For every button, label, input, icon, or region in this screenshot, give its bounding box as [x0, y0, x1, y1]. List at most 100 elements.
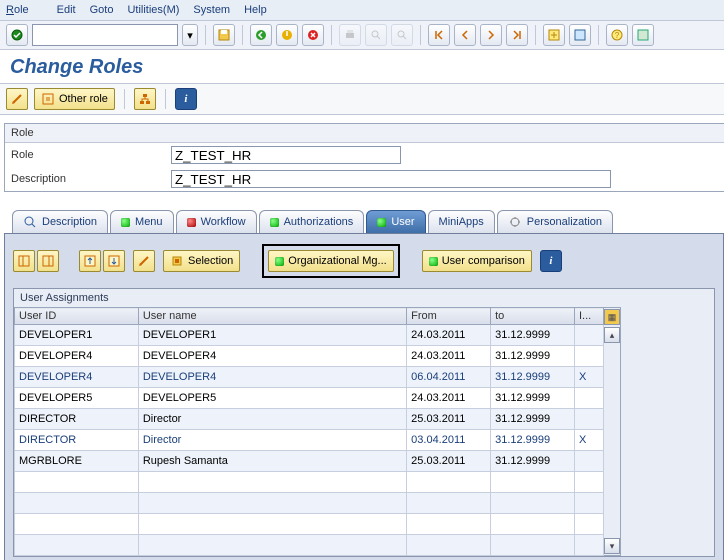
find-next-button[interactable] [391, 24, 413, 46]
role-field[interactable] [171, 146, 401, 164]
table-row[interactable] [15, 472, 604, 493]
description-field[interactable] [171, 170, 611, 188]
menu-system[interactable]: System [193, 4, 230, 16]
new-session-button[interactable] [543, 24, 565, 46]
tab-miniapps[interactable]: MiniApps [428, 210, 495, 233]
cell-from[interactable]: 25.03.2011 [407, 409, 491, 430]
menu-role[interactable]: Role [6, 4, 43, 16]
cell-to[interactable]: 31.12.9999 [491, 409, 575, 430]
cell-to[interactable]: 31.12.9999 [491, 325, 575, 346]
table-row[interactable]: DEVELOPER4DEVELOPER424.03.201131.12.9999 [15, 346, 604, 367]
cell-from[interactable]: 24.03.2011 [407, 388, 491, 409]
sort-asc-button[interactable] [79, 250, 101, 272]
cell-to[interactable]: 31.12.9999 [491, 430, 575, 451]
print-button[interactable] [339, 24, 361, 46]
table-row[interactable]: DEVELOPER1DEVELOPER124.03.201131.12.9999 [15, 325, 604, 346]
cell-username[interactable]: DEVELOPER5 [138, 388, 406, 409]
info-icon[interactable]: i [175, 88, 197, 110]
toggle-display-change-button[interactable] [6, 88, 28, 110]
cell-indicator[interactable] [575, 346, 604, 367]
tab-workflow[interactable]: Workflow [176, 210, 257, 233]
find-button[interactable] [365, 24, 387, 46]
cell-to[interactable]: 31.12.9999 [491, 451, 575, 472]
cell-username[interactable]: DEVELOPER4 [138, 367, 406, 388]
shortcut-button[interactable] [569, 24, 591, 46]
back-button[interactable] [250, 24, 272, 46]
selection-button[interactable]: Selection [163, 250, 240, 272]
cell-userid[interactable]: DIRECTOR [15, 409, 139, 430]
prev-page-button[interactable] [454, 24, 476, 46]
first-page-button[interactable] [428, 24, 450, 46]
col-to[interactable]: to [491, 308, 575, 325]
cell-userid[interactable]: DEVELOPER5 [15, 388, 139, 409]
table-row[interactable]: MGRBLORERupesh Samanta25.03.201131.12.99… [15, 451, 604, 472]
menu-utilities[interactable]: Utilities(M) [127, 4, 179, 16]
cell-from[interactable]: 03.04.2011 [407, 430, 491, 451]
sort-desc-button[interactable] [103, 250, 125, 272]
cell-username[interactable]: DEVELOPER4 [138, 346, 406, 367]
exit-button[interactable] [276, 24, 298, 46]
next-page-button[interactable] [480, 24, 502, 46]
table-row[interactable] [15, 514, 604, 535]
table-row[interactable]: DIRECTORDirector03.04.201131.12.9999X [15, 430, 604, 451]
menu-edit[interactable]: Edit [57, 4, 76, 16]
delete-button[interactable] [133, 250, 155, 272]
enter-button[interactable] [6, 24, 28, 46]
cell-to[interactable]: 31.12.9999 [491, 346, 575, 367]
table-row[interactable]: DEVELOPER4DEVELOPER406.04.201131.12.9999… [15, 367, 604, 388]
cell-indicator[interactable]: X [575, 430, 604, 451]
cell-username[interactable]: Director [138, 430, 406, 451]
settings-icon[interactable]: ▦ [604, 309, 620, 325]
command-field[interactable] [32, 24, 178, 46]
table-row[interactable]: DIRECTORDirector25.03.201131.12.9999 [15, 409, 604, 430]
cell-userid[interactable]: DIRECTOR [15, 430, 139, 451]
last-page-button[interactable] [506, 24, 528, 46]
col-indicator[interactable]: I... [575, 308, 604, 325]
save-button[interactable] [213, 24, 235, 46]
layout-button[interactable] [632, 24, 654, 46]
cell-username[interactable]: Rupesh Samanta [138, 451, 406, 472]
cell-from[interactable]: 24.03.2011 [407, 346, 491, 367]
col-userid[interactable]: User ID [15, 308, 139, 325]
menu-help[interactable]: Help [244, 4, 267, 16]
tab-authorizations[interactable]: Authorizations [259, 210, 365, 233]
table-row[interactable] [15, 493, 604, 514]
cell-userid[interactable]: MGRBLORE [15, 451, 139, 472]
cell-indicator[interactable] [575, 451, 604, 472]
cell-username[interactable]: Director [138, 409, 406, 430]
info-icon[interactable]: i [540, 250, 562, 272]
cell-indicator[interactable] [575, 409, 604, 430]
col-username[interactable]: User name [138, 308, 406, 325]
cell-to[interactable]: 31.12.9999 [491, 388, 575, 409]
cell-userid[interactable]: DEVELOPER4 [15, 367, 139, 388]
cell-from[interactable]: 24.03.2011 [407, 325, 491, 346]
inheritance-button[interactable] [134, 88, 156, 110]
table-row[interactable] [15, 535, 604, 556]
scroll-down-icon[interactable]: ▾ [604, 538, 620, 554]
menu-goto[interactable]: Goto [90, 4, 114, 16]
select-all-button[interactable] [13, 250, 35, 272]
scroll-up-icon[interactable]: ▴ [604, 327, 620, 343]
other-role-button[interactable]: Other role [34, 88, 115, 110]
tab-personalization[interactable]: Personalization [497, 210, 613, 233]
col-from[interactable]: From [407, 308, 491, 325]
table-row[interactable]: DEVELOPER5DEVELOPER524.03.201131.12.9999 [15, 388, 604, 409]
tab-menu[interactable]: Menu [110, 210, 174, 233]
cell-indicator[interactable]: X [575, 367, 604, 388]
deselect-all-button[interactable] [37, 250, 59, 272]
organizational-mgmt-button[interactable]: Organizational Mg... [268, 250, 393, 272]
cancel-button[interactable] [302, 24, 324, 46]
cell-from[interactable]: 06.04.2011 [407, 367, 491, 388]
grid-scrollbar[interactable]: ▦ ▴ ▾ [604, 307, 621, 556]
cell-indicator[interactable] [575, 388, 604, 409]
help-icon[interactable]: ? [606, 24, 628, 46]
cell-from[interactable]: 25.03.2011 [407, 451, 491, 472]
user-comparison-button[interactable]: User comparison [422, 250, 532, 272]
cell-userid[interactable]: DEVELOPER4 [15, 346, 139, 367]
tab-description[interactable]: Description [12, 210, 108, 233]
cell-username[interactable]: DEVELOPER1 [138, 325, 406, 346]
tab-user[interactable]: User [366, 210, 425, 233]
cell-indicator[interactable] [575, 325, 604, 346]
cell-to[interactable]: 31.12.9999 [491, 367, 575, 388]
cell-userid[interactable]: DEVELOPER1 [15, 325, 139, 346]
